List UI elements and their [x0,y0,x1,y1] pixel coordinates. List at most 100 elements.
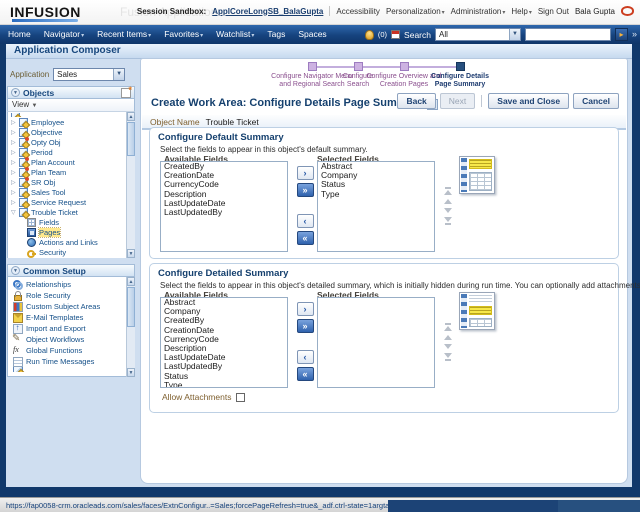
session-sandbox-link[interactable]: ApplCoreLongSB_BalaGupta [212,7,323,16]
expand-icon[interactable]: ▷ [11,179,19,186]
setup-item-import-and-export[interactable]: Import and Export [8,323,134,334]
next-button[interactable]: Next [439,93,476,109]
nav-item-home[interactable]: Home [8,29,31,39]
move-all-right-button[interactable]: » [296,319,314,333]
collapse-icon[interactable]: ▼ [11,88,20,97]
move-down-icon[interactable] [444,344,452,349]
field-option[interactable]: Type [161,380,287,387]
move-selected-left-button[interactable]: ‹ [296,214,314,228]
expand-icon[interactable]: ▷ [11,139,19,146]
advanced-search-icon[interactable]: » [632,28,637,41]
tree-item-plan-account[interactable]: ▷ Plan Account [8,156,134,167]
tree-item-trouble-ticket[interactable]: ▽ Trouble Ticket [8,207,134,217]
move-all-right-button[interactable]: » [296,183,314,197]
expand-icon[interactable]: ▷ [11,169,19,176]
tree-item-plan-team[interactable]: ▷ Plan Team [8,166,134,177]
expand-icon[interactable]: ▷ [11,119,19,126]
setup-item-run-time-messages[interactable]: Run Time Messages [8,356,134,367]
common-setup-scrollbar[interactable]: ▲ ▼ [126,277,135,377]
save-and-close-button[interactable]: Save and Close [488,93,570,109]
menu-item-sign-out[interactable]: Sign Out [538,7,569,16]
selected-fields-listbox[interactable] [317,297,435,388]
scrollbar-thumb[interactable] [127,122,135,156]
scroll-up-icon[interactable]: ▲ [127,112,135,121]
tree-item-label: Employee [31,117,65,127]
move-up-icon[interactable] [444,199,452,204]
chevron-down-icon[interactable]: ▼ [508,29,520,40]
move-to-top-icon[interactable] [444,323,452,331]
move-all-left-button[interactable]: « [296,367,314,381]
tree-item-security[interactable]: Security [8,247,134,258]
view-menu-button[interactable]: View ▼ [12,100,37,109]
collapse-icon[interactable]: ▼ [11,266,20,275]
move-to-bottom-icon[interactable] [444,353,452,361]
setup-item-clipped-bottom[interactable] [8,367,134,372]
search-input[interactable] [524,28,611,41]
setup-item-custom-subject-areas[interactable]: Custom Subject Areas [8,301,134,312]
scroll-up-icon[interactable]: ▲ [127,277,135,286]
train-step-details-summary[interactable]: Configure Details Page Summary [423,62,497,89]
expand-icon[interactable]: ▷ [11,149,19,156]
scrollbar-thumb[interactable] [127,287,135,327]
setup-item-relationships[interactable]: Relationships [8,279,134,290]
nav-item-tags[interactable]: Tags [267,29,285,39]
search-scope-select[interactable]: All ▼ [434,28,521,41]
nav-item-watchlist[interactable]: Watchlist▾ [216,29,254,39]
expand-icon[interactable]: ▷ [11,129,19,136]
expand-icon[interactable]: ▽ [11,209,19,216]
menu-item-accessibility[interactable]: Accessibility [336,7,380,16]
nav-item-navigator[interactable]: Navigator▾ [44,29,84,39]
move-down-icon[interactable] [444,208,452,213]
move-to-top-icon[interactable] [444,187,452,195]
tree-item-objective[interactable]: ▷ Objective [8,127,134,137]
move-up-icon[interactable] [444,335,452,340]
tree-item-sales-tool[interactable]: ▷ Sales Tool [8,187,134,197]
back-button[interactable]: Back [397,93,436,109]
expand-icon[interactable]: ▷ [11,159,19,166]
menu-item-administration[interactable]: Administration▾ [451,7,506,16]
tree-item-employee[interactable]: ▷ Employee [8,117,134,127]
expand-icon[interactable]: ▷ [11,189,19,196]
new-object-icon[interactable] [121,85,132,98]
tree-item-fields[interactable]: Fields [8,217,134,227]
objects-tree-scrollbar[interactable]: ▲ ▼ [126,112,135,258]
tree-item-period[interactable]: ▷ Period [8,147,134,157]
nav-item-favorites[interactable]: Favorites▾ [164,29,203,39]
menu-item-personalization[interactable]: Personalization▾ [386,7,445,16]
setup-item-object-workflows[interactable]: Object Workflows [8,333,134,345]
tree-item-sr-obj[interactable]: ▷ SR Obj [8,176,134,187]
field-option[interactable]: Type [318,189,434,199]
move-selected-left-button[interactable]: ‹ [296,350,314,364]
search-go-icon[interactable]: ▸ [614,28,628,41]
setup-item-role-security[interactable]: Role Security [8,290,134,301]
selected-fields-listbox[interactable]: Abstract Company Status Type [317,161,435,252]
common-setup-panel-header[interactable]: ▼ Common Setup [7,264,135,277]
application-select[interactable]: Sales ▼ [53,68,126,81]
allow-attachments-checkbox[interactable] [236,392,246,402]
scroll-down-icon[interactable]: ▼ [127,249,135,258]
menu-item-help[interactable]: Help▾ [511,7,531,16]
tree-item-opty-obj[interactable]: ▷ Opty Obj [8,136,134,147]
cancel-button[interactable]: Cancel [573,93,619,109]
chevron-down-icon[interactable]: ▼ [113,69,125,80]
expand-icon[interactable]: ▷ [11,199,19,206]
move-to-bottom-icon[interactable] [444,217,452,225]
calendar-icon[interactable] [391,30,401,39]
nav-item-spaces[interactable]: Spaces [298,29,326,39]
alerts-bell-icon[interactable] [364,29,374,40]
move-all-left-button[interactable]: « [296,231,314,245]
contact-icon[interactable] [621,6,634,16]
scroll-down-icon[interactable]: ▼ [127,368,135,377]
objects-panel-header[interactable]: ▼ Objects [7,85,135,99]
nav-item-recent-items[interactable]: Recent Items▾ [97,29,151,39]
tree-item-pages[interactable]: Pages [8,226,134,238]
setup-item-e-mail-templates[interactable]: E-Mail Templates [8,312,134,323]
available-fields-listbox[interactable]: CreatedBy CreationDate CurrencyCode Descrip… [160,161,288,252]
setup-item-global-functions[interactable]: Global Functions [8,345,134,356]
available-fields-listbox[interactable]: Abstract Company CreatedBy CreationDate Curr… [160,297,288,388]
tree-item-actions-and-links[interactable]: Actions and Links [8,237,134,247]
tree-item-service-request[interactable]: ▷ Service Request [8,197,134,207]
move-selected-right-button[interactable]: › [296,166,314,180]
field-option[interactable]: LastUpdatedBy [161,207,287,217]
move-selected-right-button[interactable]: › [296,302,314,316]
